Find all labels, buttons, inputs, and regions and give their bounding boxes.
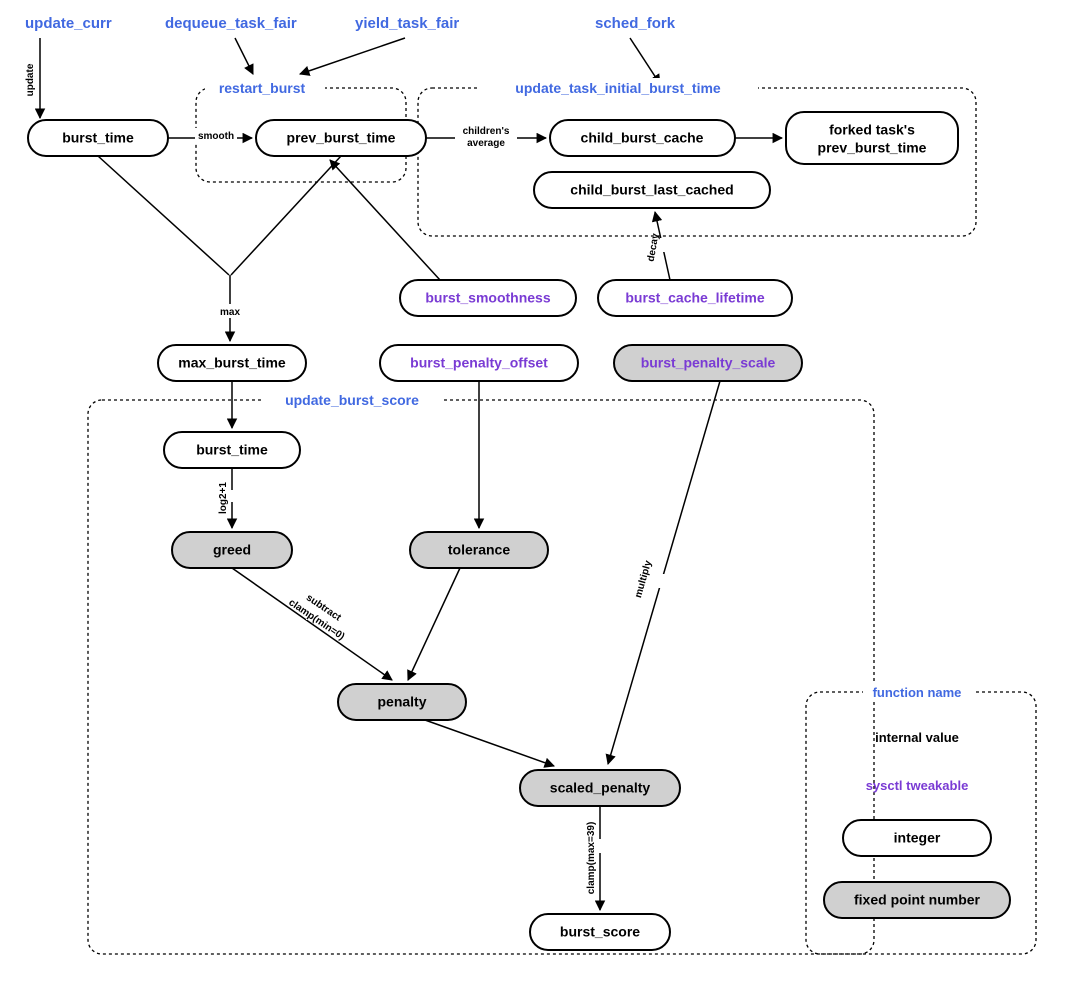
arrow-smoothness-to-pbt <box>330 160 440 280</box>
edge-label-childrens-avg2: average <box>467 138 505 149</box>
arrow-dequeue <box>235 38 253 74</box>
arrow-pbt-to-max-junction <box>231 156 341 275</box>
entry-sched-fork: sched_fork <box>595 15 676 32</box>
node-text-scaled-penalty: scaled_penalty <box>550 780 651 796</box>
node-text-penalty: penalty <box>377 694 426 710</box>
group-label-restart-burst: restart_burst <box>219 80 306 96</box>
node-text-burst-penalty-offset: burst_penalty_offset <box>410 355 548 371</box>
edge-label-decay: decay <box>646 232 662 262</box>
arrow-greed-to-penalty <box>232 568 392 680</box>
entry-yield-task-fair: yield_task_fair <box>355 15 459 32</box>
node-text-child-burst-last-cached: child_burst_last_cached <box>570 182 733 198</box>
node-text-burst-smoothness: burst_smoothness <box>425 290 550 306</box>
edge-label-smooth: smooth <box>198 131 234 142</box>
node-text-forked-task2: prev_burst_time <box>818 140 927 156</box>
arrow-bt-to-max-junction <box>98 156 229 275</box>
node-text-greed: greed <box>213 542 251 558</box>
node-text-forked-task1: forked task's <box>829 122 915 138</box>
node-text-max-burst-time: max_burst_time <box>178 355 286 371</box>
group-label-update-burst-score: update_burst_score <box>285 392 419 408</box>
edge-label-max: max <box>220 307 240 318</box>
arrow-yield <box>300 38 405 74</box>
node-text-burst-penalty-scale: burst_penalty_scale <box>641 355 776 371</box>
node-forked-task <box>786 112 958 164</box>
legend-fixed-point: fixed point number <box>854 892 981 908</box>
edge-label-childrens-avg1: children's <box>463 126 510 137</box>
node-text-burst-time: burst_time <box>62 130 134 146</box>
arrow-penalty-to-scaled <box>425 720 554 766</box>
edge-label-clamp-max39: clamp(max=39) <box>586 822 597 895</box>
node-text-burst-cache-lifetime: burst_cache_lifetime <box>625 290 764 306</box>
legend-internal-value: internal value <box>875 730 959 745</box>
node-text-burst-score: burst_score <box>560 924 640 940</box>
node-text-tolerance: tolerance <box>448 542 510 558</box>
arrow-sched-fork <box>630 38 660 84</box>
legend-sysctl-tweakable: sysctl tweakable <box>866 778 969 793</box>
edge-label-log2p1: log2+1 <box>218 482 229 514</box>
legend-integer: integer <box>894 830 941 846</box>
edge-label-update: update <box>25 63 36 96</box>
node-text-prev-burst-time: prev_burst_time <box>287 130 396 146</box>
entry-dequeue-task-fair: dequeue_task_fair <box>165 15 297 32</box>
node-text-burst-time-2: burst_time <box>196 442 268 458</box>
diagram-canvas: update_curr dequeue_task_fair yield_task… <box>0 0 1071 1000</box>
node-text-child-burst-cache: child_burst_cache <box>581 130 704 146</box>
arrow-tolerance-to-penalty <box>408 568 460 680</box>
entry-update-curr: update_curr <box>25 15 112 32</box>
arrow-bps-to-scaled <box>608 381 720 764</box>
legend-function-name: function name <box>873 685 962 700</box>
group-update-burst-score <box>88 400 874 954</box>
group-label-update-task-initial: update_task_initial_burst_time <box>515 80 721 96</box>
